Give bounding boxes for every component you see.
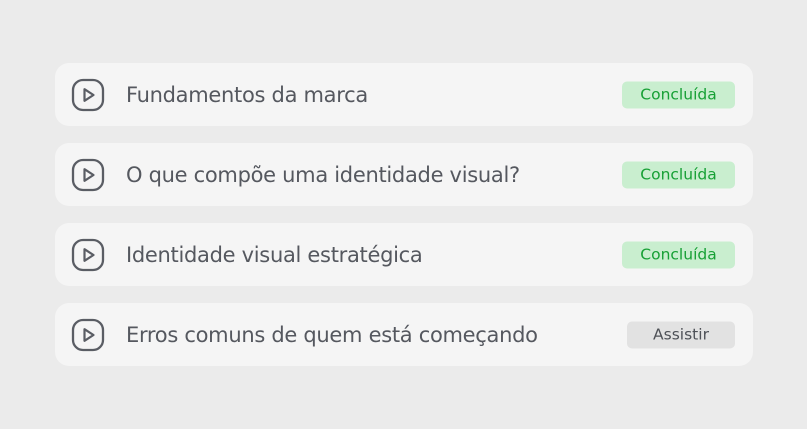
status-badge: Concluída: [622, 241, 735, 268]
lesson-title: O que compõe uma identidade visual?: [126, 162, 520, 187]
play-icon[interactable]: [71, 238, 105, 272]
lesson-item-4[interactable]: Erros comuns de quem está começando Assi…: [55, 303, 753, 366]
status-badge: Concluída: [622, 161, 735, 188]
play-icon[interactable]: [71, 78, 105, 112]
lesson-item-3[interactable]: Identidade visual estratégica Concluída: [55, 223, 753, 286]
play-icon[interactable]: [71, 318, 105, 352]
lesson-title: Erros comuns de quem está começando: [126, 322, 538, 347]
lesson-title: Fundamentos da marca: [126, 82, 368, 107]
lesson-list: Fundamentos da marca Concluída O que com…: [55, 63, 753, 383]
watch-button[interactable]: Assistir: [627, 321, 735, 348]
lesson-item-2[interactable]: O que compõe uma identidade visual? Conc…: [55, 143, 753, 206]
lesson-item-1[interactable]: Fundamentos da marca Concluída: [55, 63, 753, 126]
lesson-title: Identidade visual estratégica: [126, 242, 423, 267]
play-icon[interactable]: [71, 158, 105, 192]
status-badge: Concluída: [622, 81, 735, 108]
